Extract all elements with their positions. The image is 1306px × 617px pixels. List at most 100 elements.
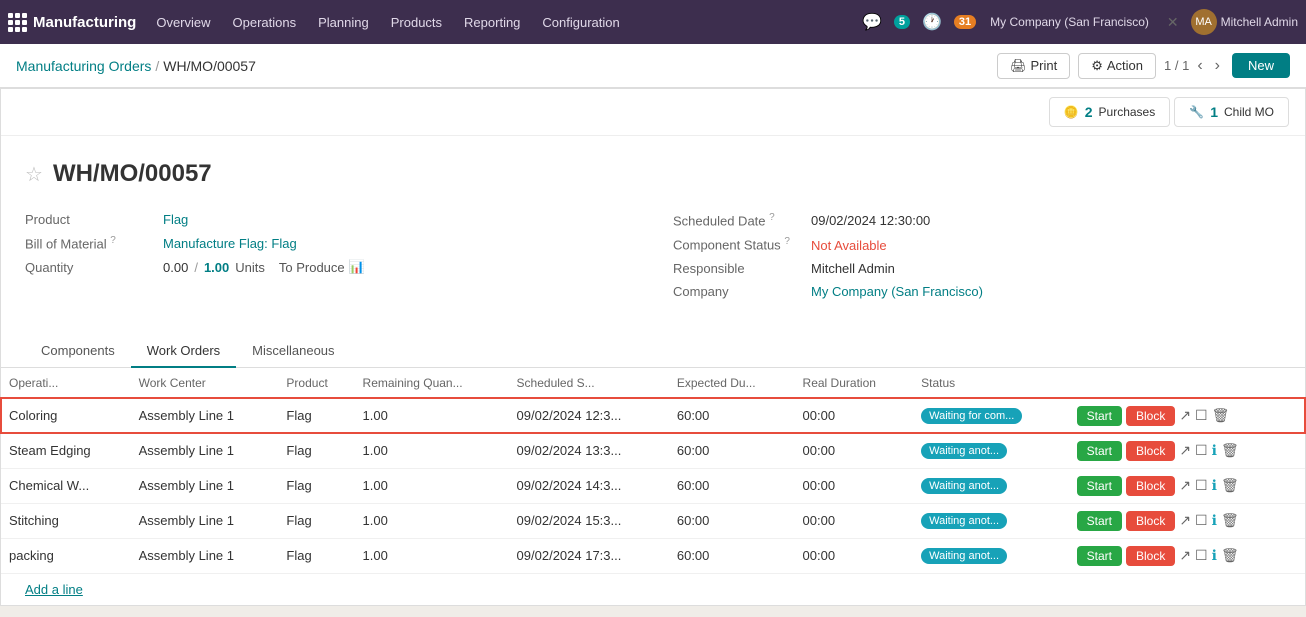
- activity-icon[interactable]: 🕐: [918, 8, 946, 36]
- nav-configuration[interactable]: Configuration: [532, 11, 629, 34]
- table-row: Coloring Assembly Line 1 Flag 1.00 09/02…: [1, 398, 1305, 433]
- start-button[interactable]: Start: [1077, 546, 1122, 566]
- quantity-display: 0.00 / 1.00 Units To Produce 📊: [163, 259, 365, 275]
- external-link-icon[interactable]: ↗: [1179, 407, 1191, 424]
- chart-icon[interactable]: 📊: [349, 259, 365, 275]
- nav-reporting[interactable]: Reporting: [454, 11, 530, 34]
- info-icon[interactable]: ℹ: [1212, 477, 1217, 494]
- purchases-smart-btn[interactable]: 🪙 2 Purchases: [1049, 97, 1170, 127]
- cell-scheduled-start: 09/02/2024 12:3...: [509, 398, 669, 433]
- tabs: Components Work Orders Miscellaneous: [1, 335, 1305, 368]
- cell-real-duration: 00:00: [795, 468, 914, 503]
- start-button[interactable]: Start: [1077, 406, 1122, 426]
- breadcrumb-current: WH/MO/00057: [163, 58, 256, 74]
- cell-scheduled-start: 09/02/2024 14:3...: [509, 468, 669, 503]
- cell-remaining-qty: 1.00: [355, 503, 509, 538]
- scheduled-date-row: Scheduled Date ? 09/02/2024 12:30:00: [673, 208, 1281, 232]
- delete-icon[interactable]: 🗑: [1221, 477, 1239, 494]
- responsible-value[interactable]: Mitchell Admin: [811, 261, 895, 276]
- cell-work-center: Assembly Line 1: [131, 538, 279, 573]
- component-status-value: Not Available: [811, 238, 887, 253]
- block-button[interactable]: Block: [1126, 441, 1175, 461]
- info-icon[interactable]: ℹ: [1212, 512, 1217, 529]
- purchases-count: 2: [1085, 104, 1093, 120]
- cell-remaining-qty: 1.00: [355, 398, 509, 433]
- cell-product: Flag: [278, 503, 354, 538]
- product-value[interactable]: Flag: [163, 212, 188, 227]
- favorite-star-icon[interactable]: ☆: [25, 162, 43, 187]
- cell-real-duration: 00:00: [795, 398, 914, 433]
- col-status: Status: [913, 368, 1068, 399]
- detail-view-icon[interactable]: ☐: [1195, 477, 1208, 494]
- start-button[interactable]: Start: [1077, 441, 1122, 461]
- cell-product: Flag: [278, 433, 354, 468]
- prev-page-button[interactable]: ‹: [1193, 55, 1206, 77]
- tab-miscellaneous[interactable]: Miscellaneous: [236, 335, 350, 368]
- quantity-current[interactable]: 0.00: [163, 260, 188, 275]
- info-icon[interactable]: ℹ: [1212, 442, 1217, 459]
- form-grid: Product Flag Bill of Material ? Manufact…: [25, 208, 1281, 303]
- table-row: packing Assembly Line 1 Flag 1.00 09/02/…: [1, 538, 1305, 573]
- nav-right: 💬 5 🕐 31 My Company (San Francisco) ✕ MA…: [858, 8, 1298, 36]
- company-value[interactable]: My Company (San Francisco): [811, 284, 983, 299]
- detail-view-icon[interactable]: ☐: [1195, 407, 1208, 424]
- external-link-icon[interactable]: ↗: [1179, 547, 1191, 564]
- nav-overview[interactable]: Overview: [146, 11, 220, 34]
- block-button[interactable]: Block: [1126, 406, 1175, 426]
- tab-work-orders[interactable]: Work Orders: [131, 335, 236, 368]
- new-button[interactable]: New: [1232, 53, 1290, 78]
- nav-operations[interactable]: Operations: [223, 11, 307, 34]
- cell-operation: packing: [1, 538, 131, 573]
- start-button[interactable]: Start: [1077, 476, 1122, 496]
- nav-products[interactable]: Products: [381, 11, 452, 34]
- discuss-icon[interactable]: 💬: [858, 8, 886, 36]
- app-logo[interactable]: Manufacturing: [8, 13, 136, 32]
- detail-view-icon[interactable]: ☐: [1195, 512, 1208, 529]
- activity-badge: 31: [954, 15, 976, 29]
- breadcrumb-parent[interactable]: Manufacturing Orders: [16, 58, 151, 74]
- settings-icon[interactable]: ✕: [1163, 10, 1183, 35]
- delete-icon[interactable]: 🗑: [1212, 407, 1230, 424]
- cell-actions: Start Block ↗ ☐ ℹ 🗑: [1069, 433, 1305, 468]
- smart-buttons: 🪙 2 Purchases 🔧 1 Child MO: [1, 89, 1305, 136]
- user-name: Mitchell Admin: [1221, 15, 1298, 29]
- start-button[interactable]: Start: [1077, 511, 1122, 531]
- info-icon[interactable]: ℹ: [1212, 547, 1217, 564]
- cell-expected-duration: 60:00: [669, 503, 795, 538]
- external-link-icon[interactable]: ↗: [1179, 512, 1191, 529]
- block-button[interactable]: Block: [1126, 546, 1175, 566]
- cell-work-center: Assembly Line 1: [131, 433, 279, 468]
- cell-real-duration: 00:00: [795, 433, 914, 468]
- cell-real-duration: 00:00: [795, 503, 914, 538]
- delete-icon[interactable]: 🗑: [1221, 547, 1239, 564]
- status-badge: Waiting anot...: [921, 548, 1007, 564]
- quantity-row: Quantity 0.00 / 1.00 Units To Produce 📊: [25, 255, 633, 279]
- child-mo-smart-btn[interactable]: 🔧 1 Child MO: [1174, 97, 1289, 127]
- block-button[interactable]: Block: [1126, 476, 1175, 496]
- scheduled-date-value[interactable]: 09/02/2024 12:30:00: [811, 213, 930, 228]
- user-menu[interactable]: MA Mitchell Admin: [1191, 9, 1298, 35]
- external-link-icon[interactable]: ↗: [1179, 442, 1191, 459]
- cell-remaining-qty: 1.00: [355, 538, 509, 573]
- nav-planning[interactable]: Planning: [308, 11, 379, 34]
- external-link-icon[interactable]: ↗: [1179, 477, 1191, 494]
- col-remaining-qty: Remaining Quan...: [355, 368, 509, 399]
- cell-product: Flag: [278, 538, 354, 573]
- col-scheduled-start: Scheduled S...: [509, 368, 669, 399]
- block-button[interactable]: Block: [1126, 511, 1175, 531]
- action-button[interactable]: ⚙ Action: [1078, 53, 1156, 79]
- status-badge: Waiting anot...: [921, 478, 1007, 494]
- bom-value[interactable]: Manufacture Flag: Flag: [163, 236, 297, 251]
- detail-view-icon[interactable]: ☐: [1195, 442, 1208, 459]
- print-icon: 🖨: [1010, 58, 1027, 74]
- form-title: ☆ WH/MO/00057: [25, 160, 1281, 188]
- tab-components[interactable]: Components: [25, 335, 131, 368]
- navbar: Manufacturing Overview Operations Planni…: [0, 0, 1306, 44]
- detail-view-icon[interactable]: ☐: [1195, 547, 1208, 564]
- print-button[interactable]: 🖨 Print: [997, 53, 1070, 79]
- next-page-button[interactable]: ›: [1211, 55, 1224, 77]
- app-name: Manufacturing: [33, 14, 136, 31]
- delete-icon[interactable]: 🗑: [1221, 512, 1239, 529]
- add-line[interactable]: Add a line: [1, 574, 1305, 605]
- delete-icon[interactable]: 🗑: [1221, 442, 1239, 459]
